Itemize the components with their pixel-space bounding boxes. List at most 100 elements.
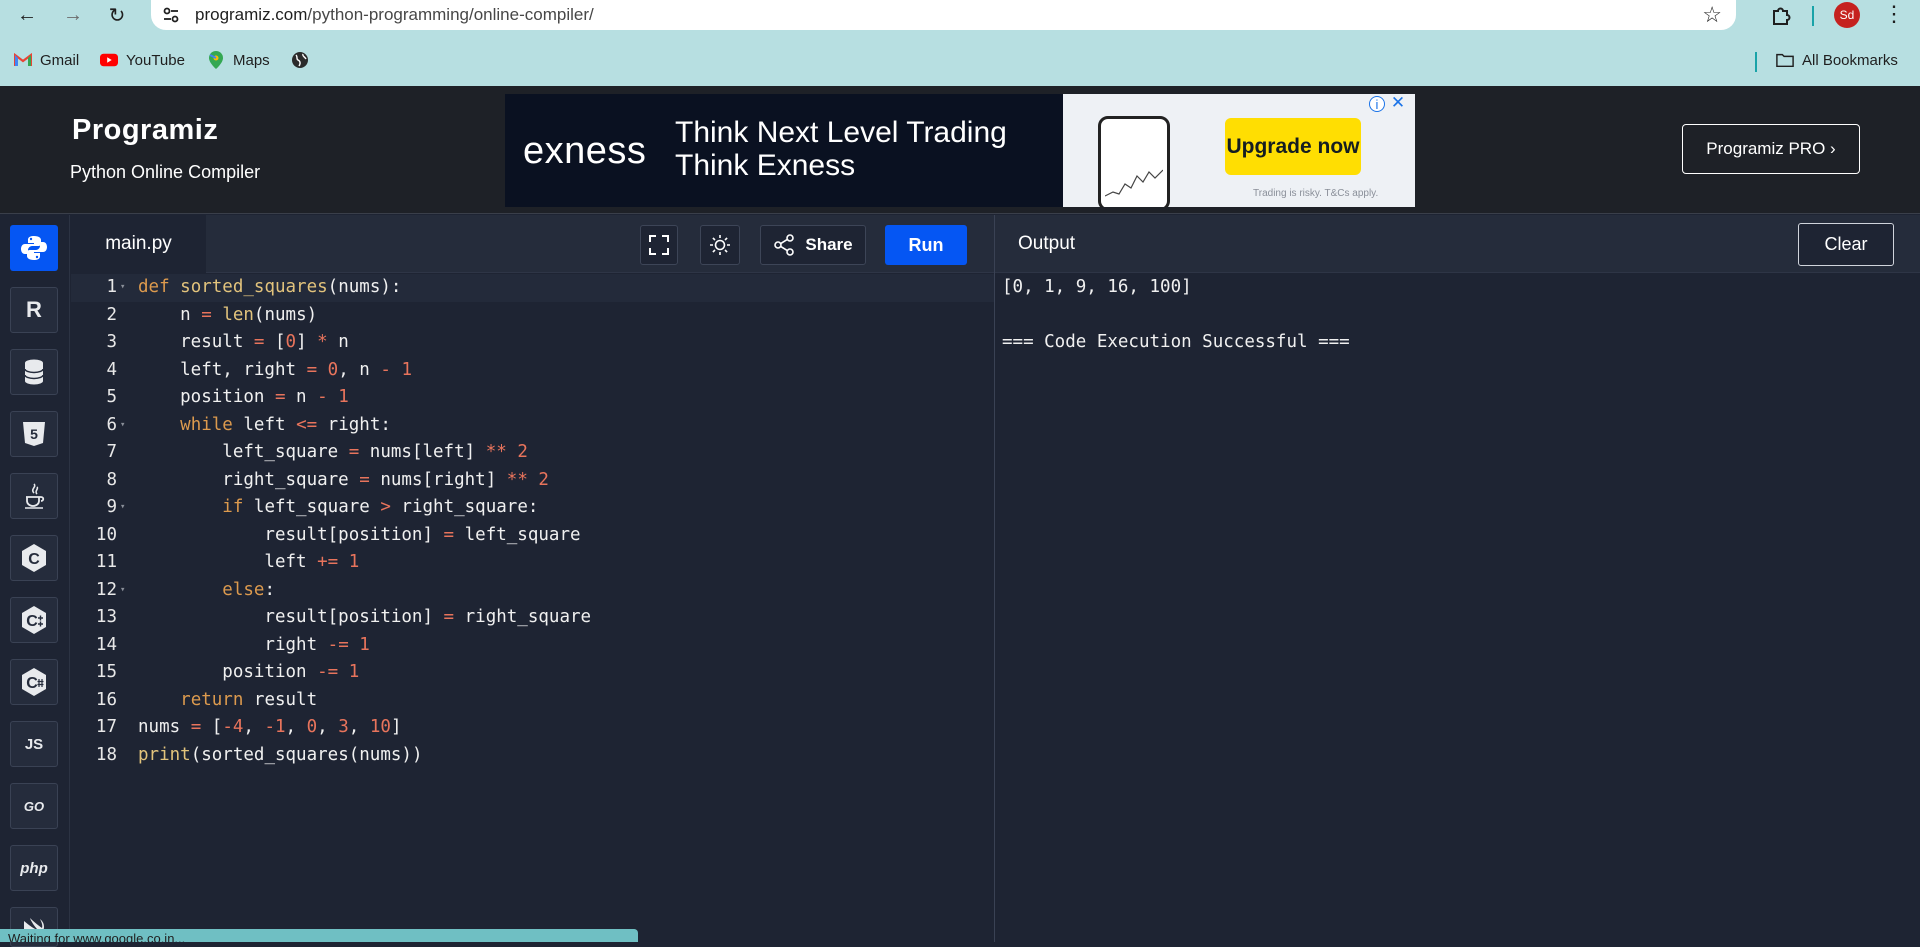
line-number: 2	[106, 304, 117, 325]
code-line[interactable]: 12 ▾ else:	[71, 577, 994, 605]
lang-html-button[interactable]: 5	[10, 411, 58, 457]
js-icon: JS	[24, 735, 44, 753]
line-number: 15	[95, 662, 117, 682]
language-sidebar: R 5 C C C JS GO php	[0, 215, 70, 947]
browser-menu-icon[interactable]: ⋮	[1882, 0, 1906, 30]
code-line[interactable]: 17 nums = [-4, -1, 0, 3, 10]	[71, 714, 994, 742]
code-line[interactable]: 18 print(sorted_squares(nums))	[71, 742, 994, 770]
site-info-icon[interactable]	[161, 5, 181, 25]
code-line[interactable]: 16 return result	[71, 687, 994, 715]
code-line[interactable]: 15 position -= 1	[71, 659, 994, 687]
bookmark-star-icon[interactable]: ☆	[1702, 2, 1722, 28]
lang-go-button[interactable]: GO	[10, 783, 58, 829]
code-text: left, right = 0, n - 1	[138, 359, 413, 380]
code-line[interactable]: 14 right -= 1	[71, 632, 994, 660]
browser-status-bubble: Waiting for www.google.co.in...	[0, 929, 638, 942]
code-line[interactable]: 1 ▾ def sorted_squares(nums):	[71, 274, 994, 302]
code-line[interactable]: 8 right_square = nums[right] ** 2	[71, 467, 994, 495]
lang-csharp-button[interactable]: C	[10, 659, 58, 705]
gmail-icon	[14, 51, 32, 69]
editor-toolbar: main.py Share Run	[71, 215, 994, 273]
code-line[interactable]: 11 left += 1	[71, 549, 994, 577]
file-tab-main-py[interactable]: main.py	[71, 215, 206, 273]
output-console: [0, 1, 9, 16, 100] === Code Execution Su…	[1002, 277, 1350, 352]
ad-brand-logo: exness	[523, 130, 647, 172]
lang-sql-button[interactable]	[10, 349, 58, 395]
line-number: 14	[95, 634, 117, 655]
bookmark-globe[interactable]	[291, 48, 317, 72]
line-number: 12	[95, 579, 117, 600]
code-text: position -= 1	[138, 662, 360, 682]
globe-icon	[291, 51, 309, 69]
ad-headline-line2: Think Exness	[675, 149, 856, 182]
output-title: Output	[1018, 233, 1076, 254]
folder-icon	[1776, 51, 1794, 69]
profile-avatar[interactable]: Sd	[1834, 2, 1860, 28]
programiz-logo[interactable]: Programiz	[72, 114, 218, 147]
bookmark-label: Maps	[233, 51, 270, 69]
lang-javascript-button[interactable]: JS	[10, 721, 58, 767]
ad-close-icon[interactable]: ✕	[1389, 94, 1407, 112]
line-number: 9	[106, 497, 117, 517]
extensions-icon[interactable]	[1768, 2, 1794, 28]
bookmark-maps[interactable]: Maps	[207, 48, 270, 72]
fold-toggle-icon[interactable]: ▾	[120, 412, 125, 440]
lang-cpp-button[interactable]: C	[10, 597, 58, 643]
code-line[interactable]: 13 result[position] = right_square	[71, 604, 994, 632]
line-number: 6	[106, 414, 117, 435]
lang-php-button[interactable]: php	[10, 845, 58, 891]
lang-java-button[interactable]	[10, 473, 58, 519]
all-bookmarks-label: All Bookmarks	[1802, 51, 1898, 69]
code-line[interactable]: 2 n = len(nums)	[71, 302, 994, 330]
bookmark-youtube[interactable]: YouTube	[100, 48, 185, 72]
code-text: n = len(nums)	[138, 304, 318, 325]
lang-python-button[interactable]	[10, 225, 58, 271]
code-text: while left <= right:	[180, 414, 391, 435]
code-line[interactable]: 10 result[position] = left_square	[71, 522, 994, 550]
code-text: left += 1	[138, 552, 360, 572]
svg-text:C: C	[26, 675, 38, 692]
all-bookmarks[interactable]: All Bookmarks	[1776, 48, 1898, 72]
code-editor[interactable]: 1 ▾ def sorted_squares(nums): 2 n = len(num…	[71, 274, 994, 942]
lang-r-button[interactable]: R	[10, 287, 58, 333]
share-label: Share	[805, 235, 853, 254]
svg-text:C: C	[26, 613, 38, 630]
address-bar[interactable]: programiz.com/python-programming/online-…	[151, 0, 1736, 30]
url-path: /python-programming/online-compiler/	[307, 5, 594, 24]
php-icon: php	[20, 859, 48, 877]
bookmark-gmail[interactable]: Gmail	[14, 48, 79, 72]
code-text: if left_square > right_square:	[222, 497, 539, 517]
back-icon[interactable]: ←	[12, 0, 42, 30]
browser-chrome: ← → ↻ programiz.com/python-programming/o…	[0, 0, 1920, 86]
code-text: result = [0] * n	[138, 332, 349, 352]
line-number: 11	[95, 552, 117, 572]
code-line[interactable]: 6 ▾ while left <= right:	[71, 412, 994, 440]
clear-button[interactable]: Clear	[1798, 223, 1894, 266]
fullscreen-button[interactable]	[640, 225, 678, 265]
sun-icon	[710, 235, 730, 255]
code-line[interactable]: 5 position = n - 1	[71, 384, 994, 412]
code-text: result[position] = right_square	[138, 607, 592, 627]
theme-toggle-button[interactable]	[700, 225, 740, 265]
lang-c-button[interactable]: C	[10, 535, 58, 581]
ad-upgrade-button[interactable]: Upgrade now	[1225, 118, 1361, 175]
line-number: 18	[95, 744, 117, 765]
bookmark-label: YouTube	[126, 51, 185, 69]
code-line[interactable]: 9 ▾ if left_square > right_square:	[71, 494, 994, 522]
run-button[interactable]: Run	[885, 225, 967, 265]
ad-info-icon[interactable]: i	[1369, 96, 1385, 112]
forward-icon[interactable]: →	[58, 0, 88, 30]
share-button[interactable]: Share	[760, 225, 866, 265]
fold-toggle-icon[interactable]: ▾	[120, 494, 125, 522]
programiz-pro-button[interactable]: Programiz PRO ›	[1682, 124, 1860, 174]
code-text: return result	[180, 689, 318, 710]
ad-banner[interactable]: exness Think Next Level Trading Think Ex…	[505, 94, 1415, 207]
fold-toggle-icon[interactable]: ▾	[120, 577, 125, 605]
code-line[interactable]: 4 left, right = 0, n - 1	[71, 357, 994, 385]
code-line[interactable]: 3 result = [0] * n	[71, 329, 994, 357]
code-line[interactable]: 7 left_square = nums[left] ** 2	[71, 439, 994, 467]
url-text: programiz.com/python-programming/online-…	[195, 5, 594, 25]
fold-toggle-icon[interactable]: ▾	[120, 274, 125, 302]
bookmark-label: Gmail	[40, 51, 80, 69]
reload-icon[interactable]: ↻	[102, 0, 132, 30]
